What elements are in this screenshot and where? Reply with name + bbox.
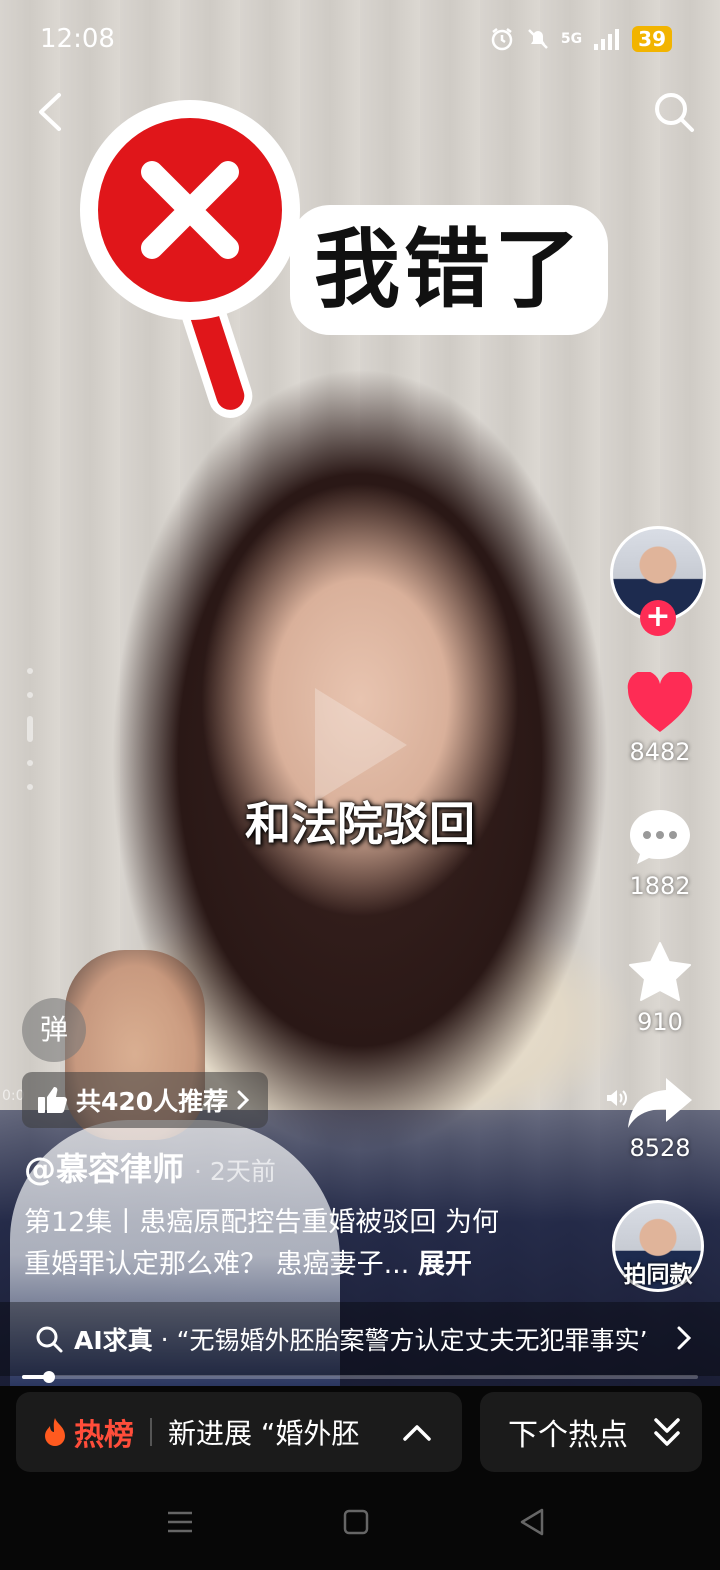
network-label: 5G bbox=[560, 31, 583, 47]
wrong-sticker bbox=[80, 100, 300, 320]
like-button[interactable]: 8482 bbox=[610, 670, 710, 766]
description-text: 重婚罪认定那么难？ 患癌妻子... bbox=[24, 1249, 410, 1280]
recommend-text: 共420人推荐 bbox=[76, 1087, 229, 1116]
system-nav-bar bbox=[0, 1480, 720, 1570]
chevron-right-icon bbox=[677, 1326, 692, 1350]
back-button[interactable] bbox=[20, 82, 80, 142]
description-line-1: 第12集丨患癌原配控告重婚被驳回 为何 bbox=[24, 1207, 499, 1238]
comment-button[interactable]: 1882 bbox=[610, 806, 710, 900]
favorite-button[interactable]: 910 bbox=[610, 940, 710, 1036]
ai-separator: · bbox=[160, 1324, 169, 1354]
chevron-right-icon bbox=[237, 1090, 250, 1110]
star-icon bbox=[629, 942, 691, 1001]
hot-list-label: 热榜 bbox=[74, 1418, 134, 1453]
heart-icon bbox=[627, 670, 693, 732]
same-style-label[interactable]: 拍同款 bbox=[600, 1255, 716, 1289]
author-name[interactable]: @慕容律师 bbox=[24, 1144, 184, 1190]
divider bbox=[150, 1418, 152, 1446]
search-icon bbox=[36, 1326, 63, 1353]
chevron-left-icon bbox=[39, 93, 61, 131]
hot-list-bar[interactable]: 热榜 新进展 “婚外胚 bbox=[16, 1392, 462, 1472]
ai-label: AI求真 bbox=[74, 1326, 153, 1355]
video-progress-bar[interactable] bbox=[22, 1371, 698, 1383]
menu-icon[interactable] bbox=[160, 1502, 200, 1542]
alarm-icon bbox=[491, 28, 513, 51]
progress-knob[interactable] bbox=[43, 1371, 55, 1383]
mute-bell-icon bbox=[528, 29, 548, 49]
double-chevron-down-icon bbox=[654, 1418, 680, 1446]
comment-count: 1882 bbox=[629, 872, 691, 900]
home-icon[interactable] bbox=[336, 1502, 376, 1542]
recommend-pill[interactable]: 共420人推荐 bbox=[22, 1072, 269, 1128]
next-hotspot-button[interactable]: 下个热点 bbox=[480, 1392, 702, 1472]
expand-button[interactable]: 展开 bbox=[418, 1249, 472, 1280]
like-count: 8482 bbox=[629, 738, 691, 766]
signal-icon bbox=[594, 29, 620, 50]
battery-indicator: 39 bbox=[632, 26, 672, 52]
hot-topic-text: 新进展 “婚外胚 bbox=[168, 1417, 360, 1450]
cross-icon bbox=[141, 161, 239, 259]
ai-fact-check-bar[interactable]: AI求真 · “无锡婚外胚胎案警方认定丈夫无犯罪事实” bbox=[0, 1302, 720, 1376]
flame-icon bbox=[45, 1418, 65, 1446]
volume-icon[interactable] bbox=[604, 1086, 628, 1110]
follow-button[interactable]: + bbox=[640, 600, 676, 636]
chevron-up-icon[interactable] bbox=[402, 1422, 432, 1442]
status-icons: 5G 39 bbox=[489, 26, 672, 52]
next-hotspot-label: 下个热点 bbox=[508, 1418, 628, 1453]
share-count: 8528 bbox=[629, 1134, 691, 1162]
share-arrow-icon bbox=[628, 1078, 692, 1128]
thumbs-up-icon bbox=[38, 1087, 67, 1113]
sticker-text: 我错了 bbox=[290, 205, 608, 335]
status-bar: 12:08 5G 39 bbox=[0, 0, 720, 80]
status-time: 12:08 bbox=[40, 24, 115, 54]
ai-text: “无锡婚外胚胎案警方认定丈夫无犯罪事实” bbox=[176, 1326, 647, 1355]
back-triangle-icon[interactable] bbox=[512, 1502, 552, 1542]
comment-icon bbox=[630, 810, 690, 864]
search-icon bbox=[655, 93, 694, 132]
danmu-toggle-button[interactable]: 弹 bbox=[22, 998, 86, 1062]
search-button[interactable] bbox=[644, 82, 704, 142]
left-page-indicator bbox=[24, 650, 36, 808]
post-time: · 2天前 bbox=[194, 1157, 276, 1186]
description-line-2: 重婚罪认定那么难？ 患癌妻子... 展开 bbox=[24, 1242, 472, 1281]
author-line: @慕容律师 · 2天前 bbox=[24, 1144, 276, 1190]
favorite-count: 910 bbox=[637, 1008, 683, 1036]
